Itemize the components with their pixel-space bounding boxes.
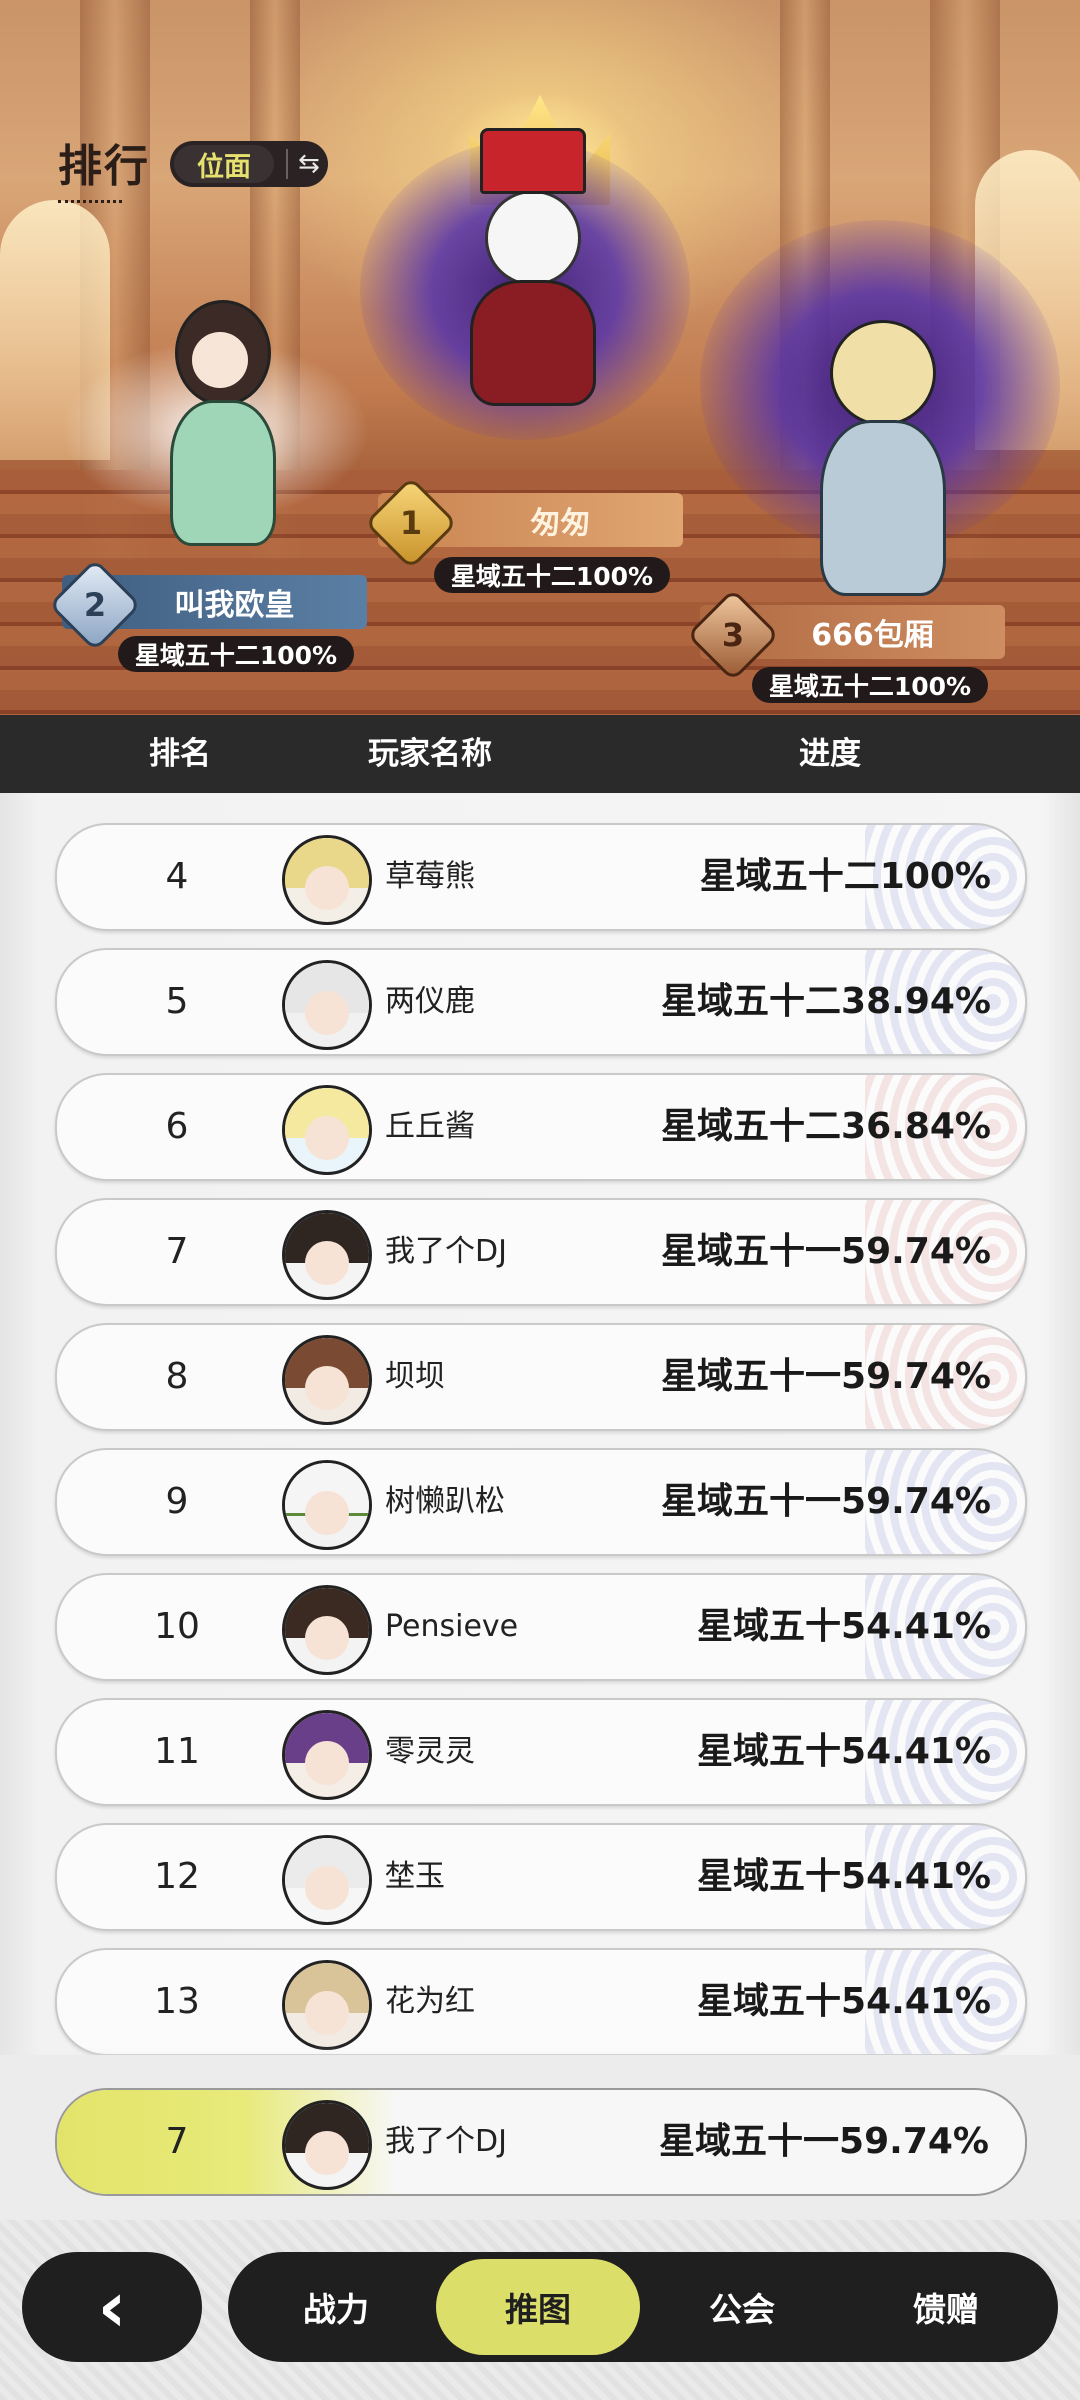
scope-label: 位面 bbox=[174, 145, 274, 183]
back-arrow-icon: ‹ bbox=[97, 2266, 127, 2348]
table-row[interactable]: 10 Pensieve 星域五十54.41% bbox=[55, 1573, 1027, 1681]
row-progress: 星域五十一59.74% bbox=[661, 1481, 991, 1522]
avatar[interactable] bbox=[282, 1085, 372, 1175]
rank2-character[interactable] bbox=[60, 280, 370, 580]
row-rank: 9 bbox=[165, 1481, 189, 1522]
tab-progress[interactable]: 推图 bbox=[436, 2259, 640, 2355]
row-rank: 11 bbox=[154, 1731, 200, 1772]
rank2-name: 叫我欧皇 bbox=[174, 588, 295, 623]
player-name: 埜玉 bbox=[385, 1859, 445, 1894]
row-rank: 12 bbox=[154, 1856, 200, 1897]
self-progress: 星域五十一59.74% bbox=[659, 2121, 989, 2162]
avatar[interactable] bbox=[282, 835, 372, 925]
player-name: 零灵灵 bbox=[385, 1734, 475, 1769]
table-row[interactable]: 5 两仪鹿 星域五十二38.94% bbox=[55, 948, 1027, 1056]
avatar[interactable] bbox=[282, 1335, 372, 1425]
title-underline bbox=[58, 200, 122, 203]
self-rank: 7 bbox=[165, 2121, 189, 2162]
row-rank: 8 bbox=[165, 1356, 189, 1397]
table-row[interactable]: 4 草莓熊 星域五十二100% bbox=[55, 823, 1027, 931]
player-name: 树懒趴松 bbox=[385, 1484, 505, 1519]
row-progress: 星域五十二100% bbox=[699, 856, 991, 897]
rank3-progress: 星域五十二100% bbox=[752, 667, 988, 703]
rank3-name: 666包厢 bbox=[811, 618, 934, 653]
player-name: 花为红 bbox=[385, 1984, 475, 2019]
tab-gift[interactable]: 馈赠 bbox=[844, 2259, 1048, 2355]
ranking-list[interactable]: 4 草莓熊 星域五十二100% 5 两仪鹿 星域五十二38.94% 6 丘丘酱 … bbox=[0, 793, 1080, 2055]
rank1-progress: 星域五十二100% bbox=[434, 557, 670, 593]
avatar[interactable] bbox=[282, 960, 372, 1050]
back-button[interactable]: ‹ bbox=[22, 2252, 202, 2362]
ranking-tabs: 战力 推图 公会 馈赠 bbox=[228, 2252, 1058, 2362]
swap-icon: ⇆ bbox=[286, 149, 320, 179]
avatar[interactable] bbox=[282, 1460, 372, 1550]
rank2-progress: 星域五十二100% bbox=[118, 636, 354, 672]
player-name: Pensieve bbox=[385, 1609, 519, 1644]
tab-power[interactable]: 战力 bbox=[234, 2259, 438, 2355]
row-progress: 星域五十二38.94% bbox=[661, 981, 991, 1022]
player-name: 我了个DJ bbox=[385, 1234, 507, 1269]
player-name: 丘丘酱 bbox=[385, 1109, 475, 1144]
row-rank: 6 bbox=[165, 1106, 189, 1147]
ranking-hero: 排行 位面 ⇆ 匆匆 1 星域五十二100% 叫我欧皇 2 星域五十二100% … bbox=[0, 0, 1080, 715]
page-title-group: 排行 bbox=[58, 130, 150, 203]
scope-toggle-button[interactable]: 位面 ⇆ bbox=[170, 141, 328, 187]
row-progress: 星域五十54.41% bbox=[697, 1981, 991, 2022]
table-row[interactable]: 8 坝坝 星域五十一59.74% bbox=[55, 1323, 1027, 1431]
row-progress: 星域五十54.41% bbox=[697, 1731, 991, 1772]
table-row[interactable]: 11 零灵灵 星域五十54.41% bbox=[55, 1698, 1027, 1806]
table-header: 排名 玩家名称 进度 bbox=[0, 715, 1080, 793]
row-rank: 7 bbox=[165, 1231, 189, 1272]
player-name: 坝坝 bbox=[385, 1359, 445, 1394]
row-progress: 星域五十一59.74% bbox=[661, 1356, 991, 1397]
table-row[interactable]: 9 树懒趴松 星域五十一59.74% bbox=[55, 1448, 1027, 1556]
row-progress: 星域五十54.41% bbox=[697, 1606, 991, 1647]
rank1-name: 匆匆 bbox=[530, 506, 591, 541]
avatar[interactable] bbox=[282, 1710, 372, 1800]
page-title: 排行 bbox=[58, 141, 150, 192]
self-avatar[interactable] bbox=[282, 2100, 372, 2190]
row-progress: 星域五十54.41% bbox=[697, 1856, 991, 1897]
avatar[interactable] bbox=[282, 1835, 372, 1925]
player-name: 两仪鹿 bbox=[385, 984, 475, 1019]
rank1-character[interactable] bbox=[360, 120, 690, 500]
list-fade bbox=[0, 2046, 1080, 2055]
table-row[interactable]: 12 埜玉 星域五十54.41% bbox=[55, 1823, 1027, 1931]
column-name: 玩家名称 bbox=[368, 736, 492, 772]
row-rank: 4 bbox=[165, 856, 189, 897]
table-row[interactable]: 6 丘丘酱 星域五十二36.84% bbox=[55, 1073, 1027, 1181]
my-rank-row[interactable]: 7 我了个DJ 星域五十一59.74% bbox=[55, 2088, 1027, 2196]
row-rank: 13 bbox=[154, 1981, 200, 2022]
row-rank: 10 bbox=[154, 1606, 200, 1647]
column-rank: 排名 bbox=[149, 736, 211, 772]
self-name: 我了个DJ bbox=[385, 2124, 507, 2159]
player-name: 草莓熊 bbox=[385, 859, 475, 894]
avatar[interactable] bbox=[282, 1585, 372, 1675]
row-progress: 星域五十一59.74% bbox=[661, 1231, 991, 1272]
row-rank: 5 bbox=[165, 981, 189, 1022]
tab-guild[interactable]: 公会 bbox=[640, 2259, 844, 2355]
row-progress: 星域五十二36.84% bbox=[661, 1106, 991, 1147]
table-row[interactable]: 7 我了个DJ 星域五十一59.74% bbox=[55, 1198, 1027, 1306]
table-row[interactable]: 13 花为红 星域五十54.41% bbox=[55, 1948, 1027, 2055]
column-progress: 进度 bbox=[799, 736, 861, 772]
avatar[interactable] bbox=[282, 1960, 372, 2050]
rank3-character[interactable] bbox=[700, 220, 1060, 620]
avatar[interactable] bbox=[282, 1210, 372, 1300]
